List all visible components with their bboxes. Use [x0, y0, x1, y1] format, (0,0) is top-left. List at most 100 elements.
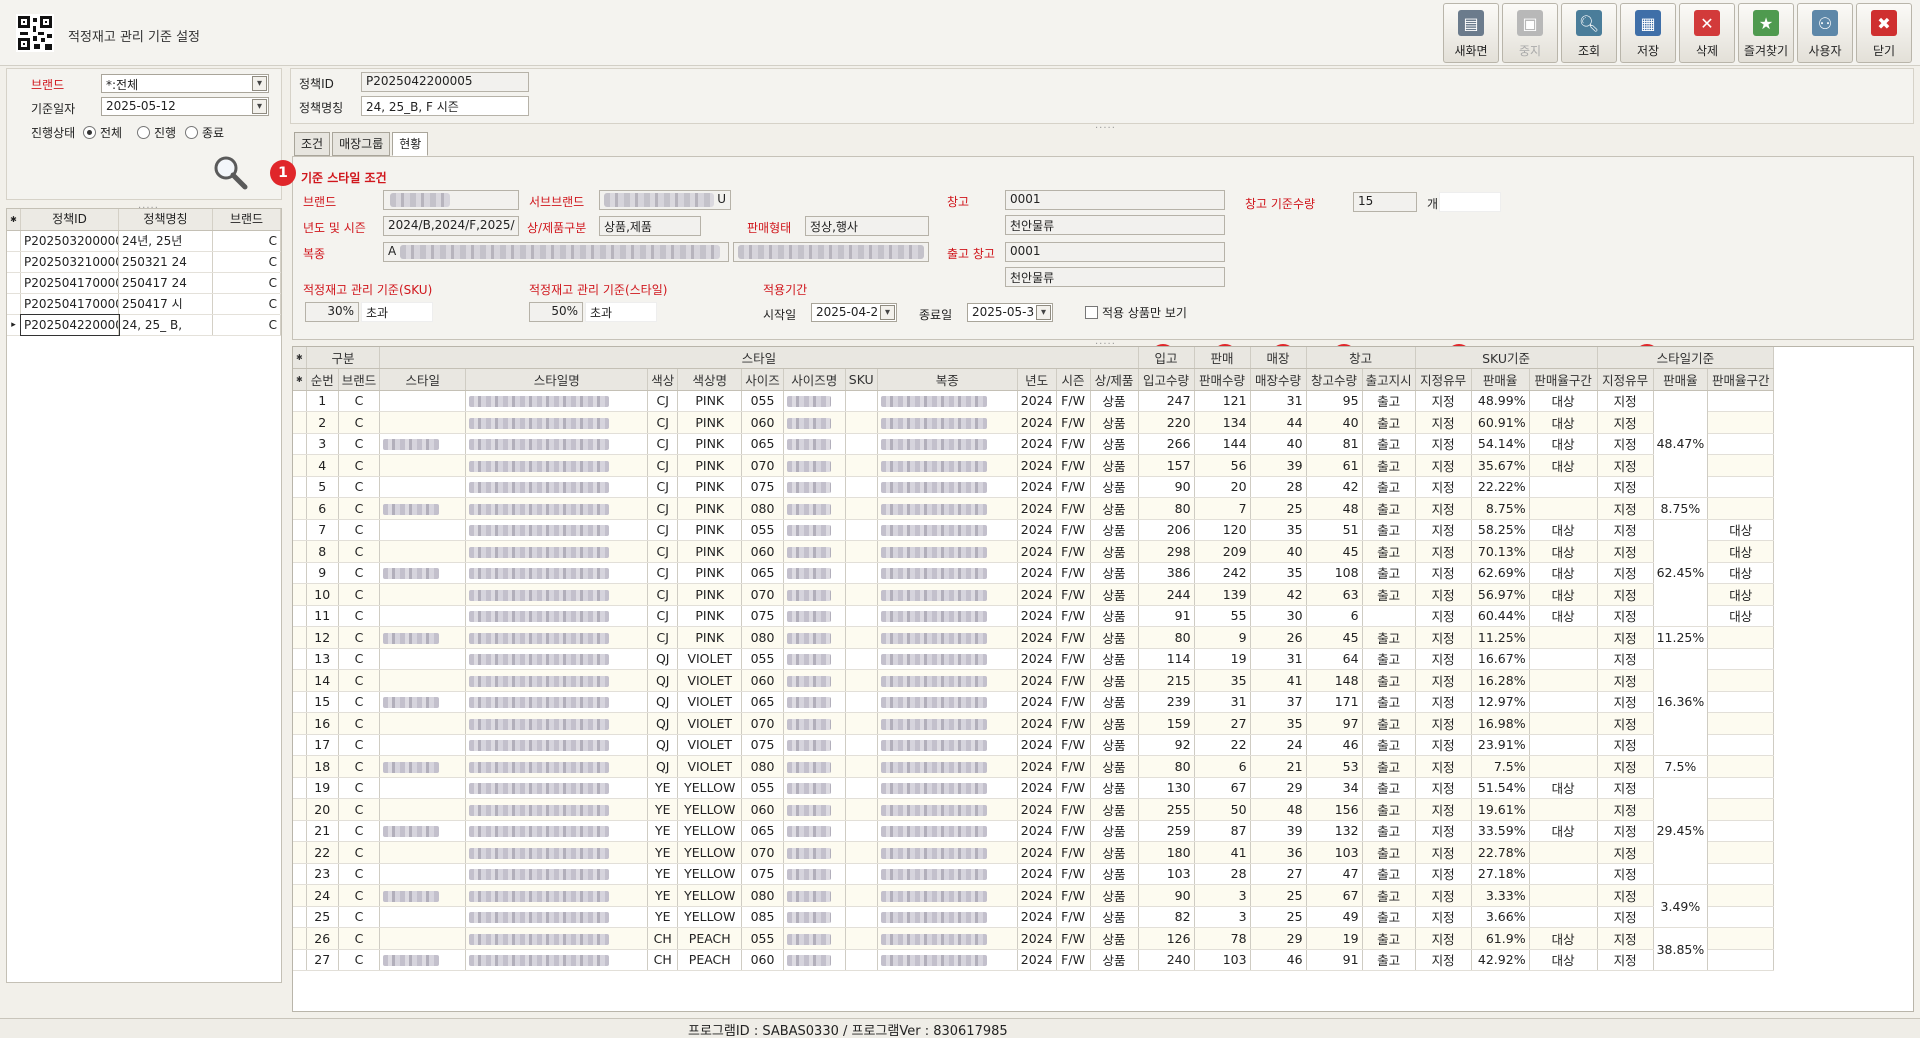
header-brand[interactable]: 브랜드 [213, 209, 281, 230]
table-row[interactable]: 8 C CJ PINK 060 2024 F/W 상품 298 209 40 45 출고 지정 70.13%… [293, 540, 1775, 563]
table-row[interactable]: 13 C QJ VIOLET 055 2024 F/W 상품 114 19 31 64 출고 지정 16.6… [293, 648, 1775, 756]
warehouse-code-field[interactable]: 0001 [1005, 190, 1225, 210]
sku-std-field[interactable]: 30% [305, 302, 359, 322]
policy-row[interactable]: P202503200000 24년, 25년 C [7, 231, 281, 252]
date-picker[interactable]: 2025-05-12 ▾ [101, 97, 269, 116]
column-header[interactable]: 색상 [647, 368, 679, 391]
policy-row[interactable]: ▸ P202504220000 24, 25_ B, C [7, 314, 281, 336]
brand-select[interactable]: *:전체 ▾ [101, 74, 269, 93]
status-radio-0[interactable]: 전체 [83, 124, 122, 141]
table-row[interactable]: 14 C QJ VIOLET 060 2024 F/W 상품 215 35 41 148 출고 지정 16.… [293, 669, 1775, 692]
chevron-down-icon[interactable]: ▾ [252, 99, 267, 114]
column-header[interactable]: 출고지시 [1362, 368, 1416, 391]
category-field-2[interactable] [733, 242, 929, 262]
table-row[interactable]: 25 C YE YELLOW 085 2024 F/W 상품 82 3 25 49 출고 지정 3.66% 지… [293, 906, 1775, 928]
category-field[interactable]: A [383, 242, 729, 262]
out-warehouse-code-field[interactable]: 0001 [1005, 242, 1225, 262]
policy-row[interactable]: P202504170000 250417 시C [7, 294, 281, 315]
column-header[interactable]: 시즌 [1056, 368, 1091, 391]
table-row[interactable]: 5 C CJ PINK 075 2024 F/W 상품 90 20 28 42 출고 지정 22.22% 지정 [293, 476, 1775, 498]
column-header[interactable]: 색상명 [677, 368, 743, 391]
column-header[interactable]: 브랜드 [338, 368, 381, 391]
column-header[interactable]: 스타일 [379, 368, 467, 391]
column-header[interactable]: 판매수량 [1194, 368, 1251, 391]
chevron-down-icon[interactable]: ▾ [252, 76, 267, 91]
status-radio-1[interactable]: 진행 [137, 124, 176, 141]
column-header[interactable]: 상/제품 [1090, 368, 1139, 391]
table-row[interactable]: 22 C YE YELLOW 070 2024 F/W 상품 180 41 36 103 출고 지정 22.… [293, 841, 1775, 864]
column-header[interactable]: 복종 [877, 368, 1018, 391]
only-applied-checkbox[interactable]: 적용 상품만 보기 [1085, 304, 1187, 321]
table-row[interactable]: 6 C CJ PINK 080 2024 F/W 상품 80 7 25 48 출고 지정 8.75% 지정 8.… [293, 497, 1775, 520]
column-header[interactable]: 사이즈 [741, 368, 784, 391]
toolbar-button-1[interactable]: ▣ 중지 [1502, 3, 1558, 63]
column-header[interactable]: 지정유무 [1597, 368, 1654, 391]
table-row[interactable]: 16 C QJ VIOLET 070 2024 F/W 상품 159 27 35 97 출고 지정 16.9… [293, 712, 1775, 735]
magnifier-search-icon[interactable] [210, 152, 250, 192]
table-row[interactable]: 17 C QJ VIOLET 075 2024 F/W 상품 92 22 24 46 출고 지정 23.91… [293, 734, 1775, 756]
column-header[interactable]: 판매율구간 [1529, 368, 1598, 391]
table-row[interactable]: 2 C CJ PINK 060 2024 F/W 상품 220 134 44 40 출고 지정 60.91%… [293, 411, 1775, 434]
toolbar-button-7[interactable]: ✖ 닫기 [1856, 3, 1912, 63]
table-row[interactable]: 7 C CJ PINK 055 2024 F/W 상품 206 120 35 51 출고 지정 58.25%… [293, 519, 1775, 627]
column-header[interactable]: 지정유무 [1415, 368, 1472, 391]
policy-name-field[interactable]: 24, 25_B, F 시즌 [361, 96, 529, 116]
table-row[interactable]: 9 C CJ PINK 065 2024 F/W 상품 386 242 35 108 출고 지정 62.69… [293, 562, 1775, 584]
table-row[interactable]: 26 C CH PEACH 055 2024 F/W 상품 126 78 29 19 출고 지정 61.9%… [293, 927, 1775, 971]
toolbar-button-5[interactable]: ★ 즐겨찾기 [1738, 3, 1794, 63]
tab-0[interactable]: 조건 [294, 132, 331, 156]
header-policy-name[interactable]: 정책명칭 [119, 209, 213, 230]
column-header[interactable]: 판매율 [1653, 368, 1709, 391]
table-row[interactable]: 19 C YE YELLOW 055 2024 F/W 상품 130 67 29 34 출고 지정 51.5… [293, 777, 1775, 885]
table-row[interactable]: 20 C YE YELLOW 060 2024 F/W 상품 255 50 48 156 출고 지정 19.… [293, 798, 1775, 821]
chevron-down-icon[interactable]: ▾ [1036, 305, 1051, 320]
end-date-picker[interactable]: 2025-05-3 ▾ [967, 303, 1053, 322]
toolbar-button-0[interactable]: ▤ 새화면 [1443, 3, 1499, 63]
column-header[interactable]: 순번 [306, 368, 339, 391]
table-row[interactable]: 23 C YE YELLOW 075 2024 F/W 상품 103 28 27 47 출고 지정 27.1… [293, 863, 1775, 885]
column-header[interactable]: 년도 [1017, 368, 1057, 391]
season-field[interactable]: 2024/B,2024/F,2025/ [383, 216, 519, 236]
tab-2[interactable]: 현황 [392, 132, 429, 156]
toolbar-button-6[interactable]: ⚇ 사용자 [1797, 3, 1853, 63]
toolbar-button-4[interactable]: ✕ 삭제 [1679, 3, 1735, 63]
column-header[interactable]: 판매율 [1471, 368, 1530, 391]
checkbox-icon[interactable] [1085, 306, 1098, 319]
product-type-field[interactable]: 상품,제품 [599, 216, 701, 236]
table-row[interactable]: 27 C CH PEACH 060 2024 F/W 상품 240 103 46 91 출고 지정 42.9… [293, 949, 1775, 971]
policy-row[interactable]: P202504170000 250417 24 C [7, 273, 281, 294]
table-row[interactable]: 10 C CJ PINK 070 2024 F/W 상품 244 139 42 63 출고 지정 56.97… [293, 583, 1775, 606]
column-header[interactable]: 판매율구간 [1707, 368, 1775, 391]
table-row[interactable]: 15 C QJ VIOLET 065 2024 F/W 상품 239 31 37 171 출고 지정 12.… [293, 691, 1775, 713]
splitter-handle[interactable]: ..... [1095, 120, 1116, 131]
table-row[interactable]: 11 C CJ PINK 075 2024 F/W 상품 91 55 30 6 지정 60.44% 대상 지정… [293, 605, 1775, 627]
header-policy-id[interactable]: 정책ID [21, 209, 119, 230]
tab-1[interactable]: 매장그룹 [332, 132, 391, 156]
chevron-down-icon[interactable]: ▾ [880, 305, 895, 320]
radio-icon[interactable] [83, 126, 96, 139]
table-row[interactable]: 12 C CJ PINK 080 2024 F/W 상품 80 9 26 45 출고 지정 11.25% 지정… [293, 626, 1775, 649]
table-row[interactable]: 4 C CJ PINK 070 2024 F/W 상품 157 56 39 61 출고 지정 35.67% 대… [293, 454, 1775, 477]
table-row[interactable]: 3 C CJ PINK 065 2024 F/W 상품 266 144 40 81 출고 지정 54.14%… [293, 433, 1775, 455]
start-date-picker[interactable]: 2025-04-2 ▾ [811, 303, 897, 322]
column-header[interactable]: 창고수량 [1306, 368, 1363, 391]
column-header[interactable]: SKU [845, 368, 878, 391]
status-radio-2[interactable]: 종료 [185, 124, 224, 141]
radio-icon[interactable] [185, 126, 198, 139]
table-row[interactable]: 18 C QJ VIOLET 080 2024 F/W 상품 80 6 21 53 출고 지정 7.5% 지정… [293, 755, 1775, 778]
column-header[interactable]: 스타일명 [465, 368, 649, 391]
policy-row[interactable]: P202503210000 250321 24 C [7, 252, 281, 273]
toolbar-button-3[interactable]: ▦ 저장 [1620, 3, 1676, 63]
sale-type-field[interactable]: 정상,행사 [805, 216, 929, 236]
warehouse-qty-field[interactable]: 15 [1353, 192, 1417, 212]
table-row[interactable]: 24 C YE YELLOW 080 2024 F/W 상품 90 3 25 67 출고 지정 3.33% 지… [293, 884, 1775, 928]
cond-brand-field[interactable] [383, 190, 519, 210]
column-header[interactable]: 매장수량 [1250, 368, 1307, 391]
column-header[interactable]: 입고수량 [1138, 368, 1195, 391]
subbrand-field[interactable]: U [599, 190, 731, 210]
toolbar-button-2[interactable]: 🔍︎ 조회 [1561, 3, 1617, 63]
table-row[interactable]: 21 C YE YELLOW 065 2024 F/W 상품 259 87 39 132 출고 지정 33.… [293, 820, 1775, 842]
column-header[interactable]: 사이즈명 [783, 368, 846, 391]
style-std-field[interactable]: 50% [529, 302, 583, 322]
radio-icon[interactable] [137, 126, 150, 139]
